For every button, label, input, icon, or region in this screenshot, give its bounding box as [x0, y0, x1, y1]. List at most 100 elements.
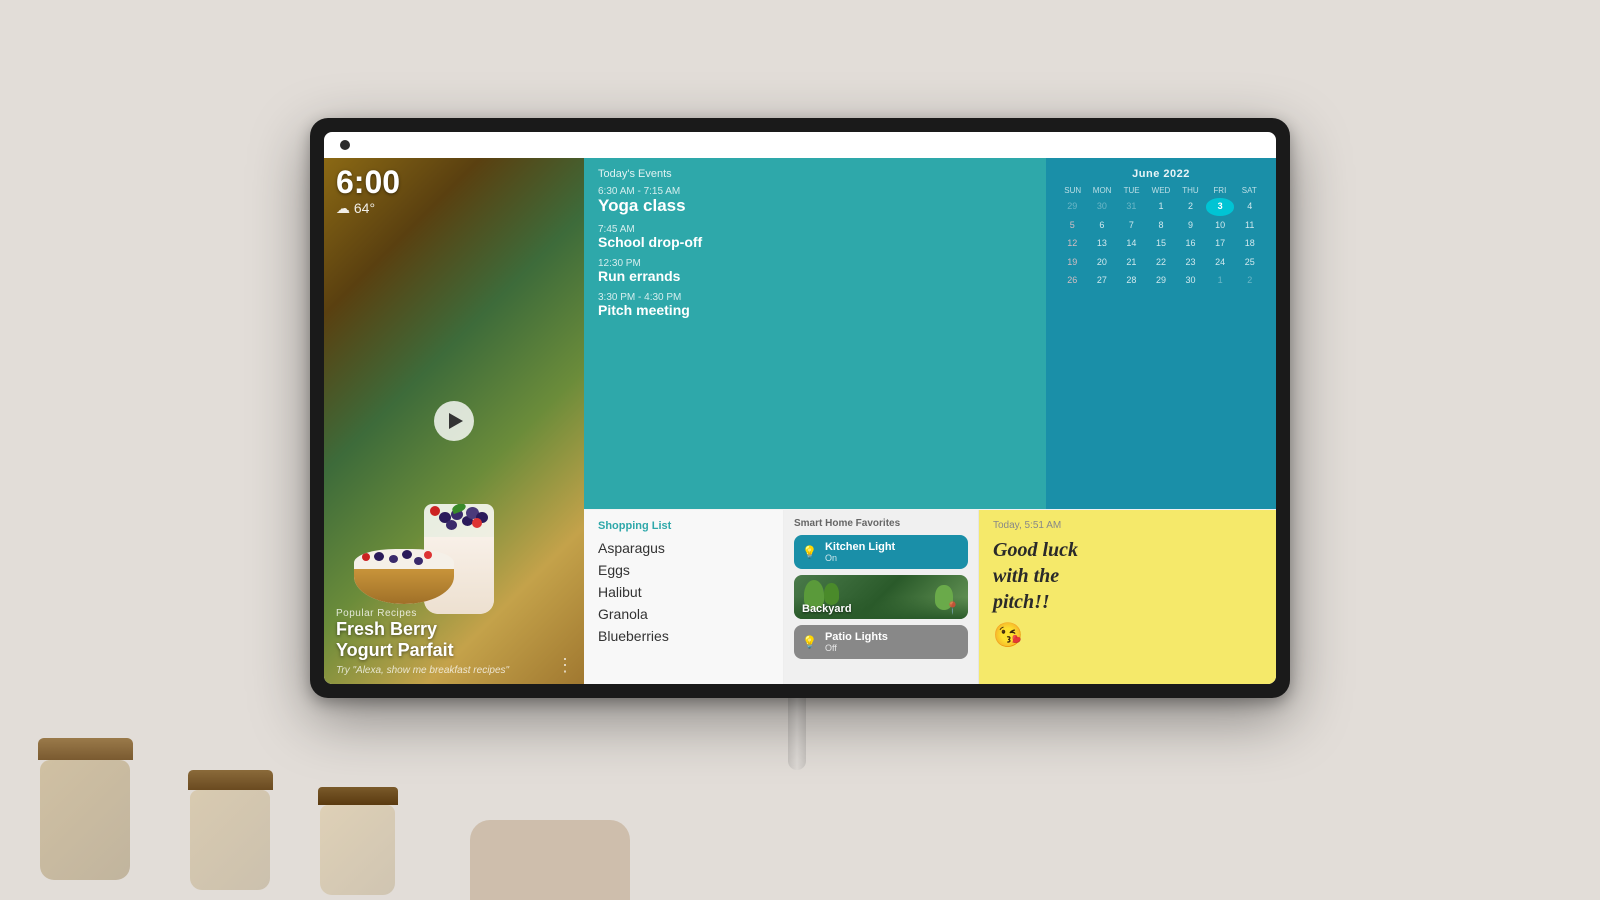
time-weather-overlay: 6:00 ☁ 64° — [336, 166, 400, 217]
cal-cell[interactable]: 30 — [1176, 272, 1205, 290]
kitchen-light-status: On — [825, 553, 895, 563]
popular-recipes-label: Popular Recipes — [336, 608, 509, 619]
camera-dot — [340, 140, 350, 150]
backyard-card[interactable]: Backyard 📍 — [794, 575, 968, 619]
weather-display: ☁ 64° — [336, 200, 400, 217]
shopping-item-2: Eggs — [598, 562, 769, 578]
shopping-item-1: Asparagus — [598, 540, 769, 556]
sticky-message: Good luck with the pitch!! — [993, 537, 1262, 615]
event-item-4[interactable]: 3:30 PM - 4:30 PM Pitch meeting — [598, 292, 1032, 318]
day-label-tue: TUE — [1117, 186, 1146, 195]
cal-cell[interactable]: 15 — [1147, 235, 1176, 253]
backyard-label: Backyard — [802, 603, 852, 615]
shopping-item-5: Blueberries — [598, 628, 769, 644]
cal-cell[interactable]: 8 — [1147, 217, 1176, 235]
play-icon — [449, 413, 463, 429]
event-item-2[interactable]: 7:45 AM School drop-off — [598, 224, 1032, 250]
shopping-item-3: Halibut — [598, 584, 769, 600]
location-icon: 📍 — [945, 601, 960, 615]
cal-cell[interactable]: 12 — [1058, 235, 1087, 253]
cal-cell[interactable]: 25 — [1235, 254, 1264, 272]
day-label-fri: FRI — [1205, 186, 1234, 195]
shopping-list-title: Shopping List — [598, 520, 769, 532]
cal-cell[interactable]: 29 — [1058, 198, 1087, 216]
cal-cell[interactable]: 5 — [1058, 217, 1087, 235]
day-label-sun: SUN — [1058, 186, 1087, 195]
events-title: Today's Events — [598, 168, 1032, 180]
shopping-item-4: Granola — [598, 606, 769, 622]
recipe-panel[interactable]: 6:00 ☁ 64° Popular Recipes Fresh Berry Y… — [324, 158, 584, 684]
cal-cell[interactable]: 2 — [1176, 198, 1205, 216]
sticky-timestamp: Today, 5:51 AM — [993, 520, 1262, 531]
event-name-2: School drop-off — [598, 235, 1032, 250]
recipe-background: 6:00 ☁ 64° Popular Recipes Fresh Berry Y… — [324, 158, 584, 684]
cal-cell[interactable]: 29 — [1147, 272, 1176, 290]
kitchen-light-info: Kitchen Light On — [825, 541, 895, 563]
patio-lights-name: Patio Lights — [825, 631, 888, 643]
cal-cell[interactable]: 9 — [1176, 217, 1205, 235]
cal-cell[interactable]: 28 — [1117, 272, 1146, 290]
patio-lights-status: Off — [825, 643, 888, 653]
event-item-3[interactable]: 12:30 PM Run errands — [598, 258, 1032, 284]
day-label-sat: SAT — [1235, 186, 1264, 195]
alexa-tip: Try "Alexa, show me breakfast recipes" — [336, 665, 509, 676]
kitchen-light-name: Kitchen Light — [825, 541, 895, 553]
recipe-label: Popular Recipes Fresh Berry Yogurt Parfa… — [336, 608, 509, 676]
kitchen-light-card[interactable]: 💡 Kitchen Light On — [794, 535, 968, 569]
play-button[interactable] — [434, 401, 474, 441]
patio-lights-card[interactable]: 💡 Patio Lights Off — [794, 625, 968, 659]
cal-cell[interactable]: 10 — [1206, 217, 1235, 235]
cal-cell[interactable]: 6 — [1088, 217, 1117, 235]
cal-cell[interactable]: 23 — [1176, 254, 1205, 272]
cal-cell[interactable]: 14 — [1117, 235, 1146, 253]
more-options-button[interactable]: ⋮ — [556, 655, 576, 676]
cal-cell[interactable]: 18 — [1235, 235, 1264, 253]
calendar-grid: 29 30 31 1 2 3 4 5 6 7 8 9 — [1058, 198, 1264, 290]
event-name-4: Pitch meeting — [598, 303, 1032, 318]
screen-content: 6:00 ☁ 64° Popular Recipes Fresh Berry Y… — [324, 158, 1276, 684]
top-row: Today's Events 6:30 AM - 7:15 AM Yoga cl… — [584, 158, 1276, 509]
smarthome-panel: Smart Home Favorites 💡 Kitchen Light On — [784, 510, 979, 684]
event-name-1: Yoga class — [598, 197, 1032, 216]
cal-cell[interactable]: 13 — [1088, 235, 1117, 253]
event-item-1[interactable]: 6:30 AM - 7:15 AM Yoga class — [598, 186, 1032, 216]
cal-cell-today[interactable]: 3 — [1206, 198, 1235, 216]
calendar-day-labels: SUN MON TUE WED THU FRI SAT — [1058, 186, 1264, 195]
cal-cell[interactable]: 1 — [1206, 272, 1235, 290]
cal-cell[interactable]: 1 — [1147, 198, 1176, 216]
time-display: 6:00 — [336, 166, 400, 198]
screen-inner: 6:00 ☁ 64° Popular Recipes Fresh Berry Y… — [324, 132, 1276, 684]
cal-cell[interactable]: 4 — [1235, 198, 1264, 216]
cal-cell[interactable]: 31 — [1117, 198, 1146, 216]
jar-1 — [40, 738, 133, 880]
cal-cell[interactable]: 19 — [1058, 254, 1087, 272]
day-label-thu: THU — [1176, 186, 1205, 195]
cal-cell[interactable]: 24 — [1206, 254, 1235, 272]
day-label-wed: WED — [1146, 186, 1175, 195]
cal-cell[interactable]: 21 — [1117, 254, 1146, 272]
day-label-mon: MON — [1087, 186, 1116, 195]
bread-item — [470, 820, 630, 900]
calendar-panel: June 2022 SUN MON TUE WED THU FRI SAT — [1046, 158, 1276, 509]
patio-light-icon: 💡 — [802, 635, 817, 649]
smarthome-title: Smart Home Favorites — [794, 518, 968, 529]
cal-cell[interactable]: 7 — [1117, 217, 1146, 235]
bottom-row: Shopping List Asparagus Eggs Halibut Gra… — [584, 509, 1276, 684]
cal-cell[interactable]: 27 — [1088, 272, 1117, 290]
sticky-note-panel: Today, 5:51 AM Good luck with the pitch!… — [979, 510, 1276, 684]
jar-3 — [320, 787, 398, 895]
jar-2 — [190, 770, 273, 890]
cal-cell[interactable]: 30 — [1088, 198, 1117, 216]
cal-cell[interactable]: 16 — [1176, 235, 1205, 253]
sticky-emoji: 😘 — [993, 621, 1262, 650]
cal-cell[interactable]: 2 — [1235, 272, 1264, 290]
event-name-3: Run errands — [598, 269, 1032, 284]
cal-cell[interactable]: 20 — [1088, 254, 1117, 272]
cal-cell[interactable]: 11 — [1235, 217, 1264, 235]
granola-bowl — [354, 549, 454, 604]
patio-lights-info: Patio Lights Off — [825, 631, 888, 653]
cal-cell[interactable]: 26 — [1058, 272, 1087, 290]
calendar-month-year: June 2022 — [1058, 168, 1264, 180]
cal-cell[interactable]: 17 — [1206, 235, 1235, 253]
cal-cell[interactable]: 22 — [1147, 254, 1176, 272]
